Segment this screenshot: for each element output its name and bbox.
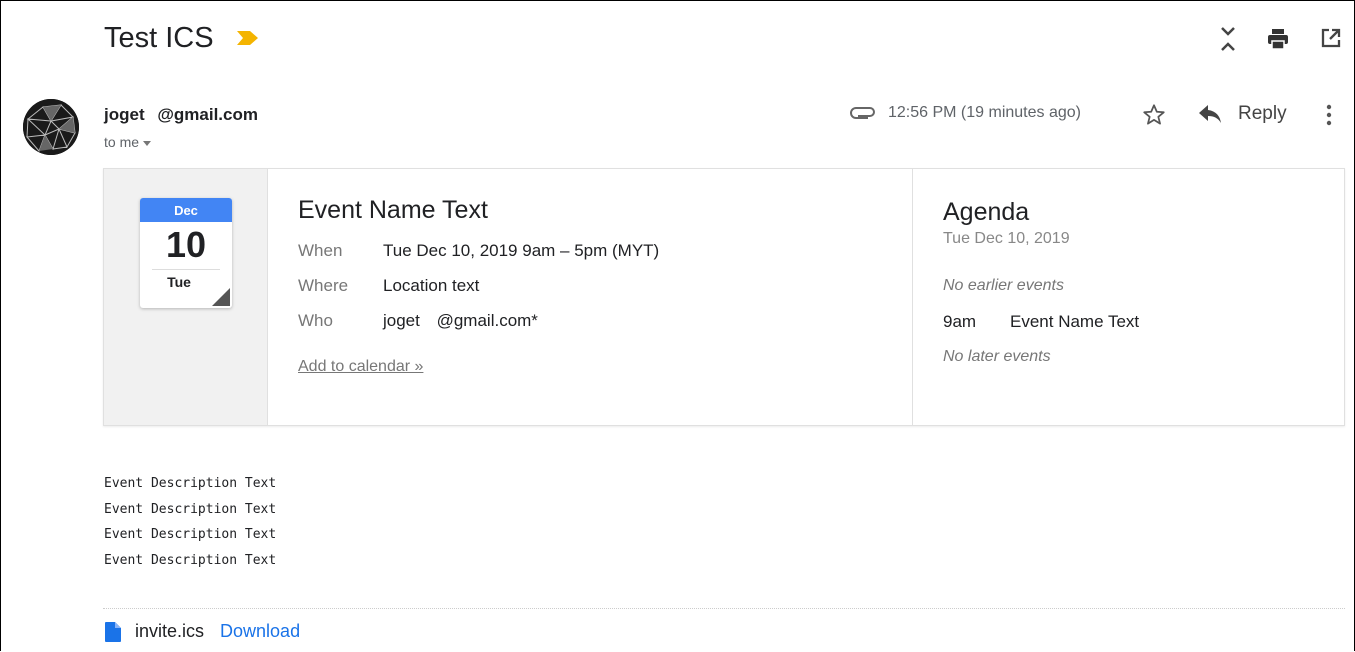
body-line: Event Description Text — [104, 476, 277, 491]
detail-row-where: Where Location text — [298, 276, 659, 297]
sender-avatar[interactable] — [23, 99, 79, 155]
star-icon[interactable] — [1141, 102, 1167, 133]
important-marker-icon[interactable] — [237, 31, 259, 50]
email-subject: Test ICS — [104, 22, 214, 54]
calendar-day: 10 — [165, 224, 207, 265]
event-details: Event Name Text When Tue Dec 10, 2019 9a… — [298, 196, 659, 376]
collapse-expand-icon[interactable] — [1217, 24, 1239, 59]
agenda-panel: Agenda Tue Dec 10, 2019 No earlier event… — [912, 169, 1345, 425]
caret-down-icon[interactable] — [143, 140, 152, 146]
agenda-date: Tue Dec 10, 2019 — [943, 230, 1070, 247]
detail-value: Tue Dec 10, 2019 9am – 5pm (MYT) — [383, 241, 660, 260]
calendar-date-icon: Dec 10 Tue — [140, 198, 232, 308]
detail-label: When — [298, 241, 343, 260]
agenda-title: Agenda — [943, 198, 1030, 226]
open-in-new-window-icon[interactable] — [1320, 27, 1342, 54]
email-body: Event Description Text Event Description… — [104, 471, 276, 573]
page-curl-icon — [212, 288, 230, 306]
detail-row-who: Who joget @gmail.com* — [298, 311, 659, 332]
file-icon — [105, 621, 121, 642]
calendar-month: Dec — [140, 198, 232, 222]
calendar-invite-card: Dec 10 Tue Event Name Text When Tue Dec … — [103, 168, 1345, 426]
event-name: Event Name Text — [298, 196, 488, 224]
calendar-divider — [152, 269, 220, 270]
recipient-dropdown[interactable]: to me — [104, 134, 152, 150]
detail-value: joget @gmail.com* — [383, 311, 538, 330]
sender-address[interactable]: joget @gmail.com — [104, 105, 258, 125]
calendar-weekday: Tue — [167, 274, 191, 290]
detail-row-when: When Tue Dec 10, 2019 9am – 5pm (MYT) — [298, 241, 659, 262]
more-vert-icon[interactable] — [1321, 103, 1337, 132]
detail-label: Where — [298, 276, 349, 295]
paperclip-icon — [850, 106, 876, 120]
agenda-no-earlier: No earlier events — [943, 277, 1064, 294]
body-line: Event Description Text — [104, 527, 277, 542]
attachment-divider — [103, 608, 1345, 609]
agenda-no-later: No later events — [943, 348, 1051, 365]
print-icon[interactable] — [1266, 27, 1290, 56]
agenda-event-item[interactable]: 9am Event Name Text — [943, 312, 1139, 332]
detail-value: Location text — [383, 276, 480, 295]
invite-date-panel: Dec 10 Tue — [104, 169, 268, 425]
body-line: Event Description Text — [104, 501, 277, 517]
add-to-calendar-link[interactable]: Add to calendar » — [298, 358, 659, 376]
email-timestamp[interactable]: 12:56 PM (19 minutes ago) — [888, 104, 1081, 122]
download-link[interactable]: Download — [220, 621, 300, 642]
detail-label: Who — [298, 311, 333, 330]
reply-arrow-icon — [1198, 104, 1222, 124]
attachment-row: invite.ics Download — [105, 621, 300, 642]
timestamp-area: 12:56 PM (19 minutes ago) — [850, 104, 1081, 122]
agenda-event-name: Event Name Text — [1010, 312, 1140, 331]
body-line: Event Description Text — [104, 552, 277, 568]
agenda-event-time: 9am — [943, 312, 977, 331]
reply-button[interactable]: Reply — [1198, 103, 1287, 125]
reply-label: Reply — [1238, 103, 1287, 124]
attachment-filename[interactable]: invite.ics — [135, 621, 204, 642]
recipient-label: to me — [104, 134, 140, 150]
